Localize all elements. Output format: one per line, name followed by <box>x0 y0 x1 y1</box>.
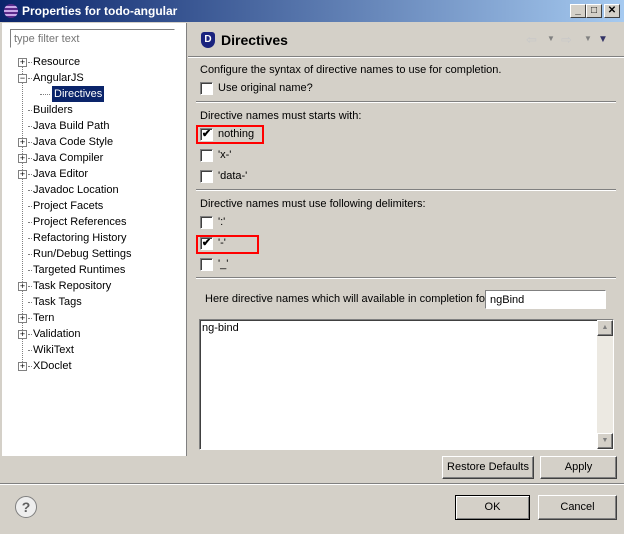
option-checkbox[interactable] <box>200 170 213 183</box>
back-icon[interactable]: ⇦ <box>526 32 537 48</box>
expand-icon[interactable]: + <box>18 138 27 147</box>
tree-item-label: Project Facets <box>33 200 104 212</box>
option-label: '_' <box>218 258 229 270</box>
tree-line <box>28 62 32 63</box>
expand-icon[interactable]: + <box>18 170 27 179</box>
apply-button[interactable]: Apply <box>540 456 617 479</box>
help-icon[interactable]: ? <box>15 496 37 518</box>
tree-item-label: Tern <box>33 312 55 324</box>
ok-button[interactable]: OK <box>455 495 530 520</box>
minimize-button[interactable]: _ <box>570 4 586 18</box>
preference-tree: + Resource − AngularJS Directives Builders Jav… <box>0 54 186 454</box>
tree-item-label: XDoclet <box>33 360 72 372</box>
footer-divider <box>0 483 624 485</box>
expand-icon[interactable]: + <box>18 58 27 67</box>
tree-line <box>28 302 32 303</box>
tree-line <box>28 286 32 287</box>
expand-icon[interactable]: + <box>18 314 27 323</box>
tree-line <box>28 270 32 271</box>
scrollbar[interactable]: ▲ ▼ <box>597 320 613 449</box>
tree-item-label: AngularJS <box>33 72 84 84</box>
tree-line <box>28 174 32 175</box>
starts-label: Directive names must starts with: <box>200 110 362 122</box>
tree-line <box>28 254 32 255</box>
tree-item-label: Directives <box>52 86 105 102</box>
use-original-label: Use original name? <box>218 82 313 94</box>
delimiters-label: Directive names must use following delim… <box>200 198 426 210</box>
tree-line <box>28 334 32 335</box>
window-title: Properties for todo-angular <box>22 4 178 18</box>
tree-line <box>28 366 32 367</box>
view-menu-icon[interactable]: ▼ <box>598 34 608 45</box>
tree-item-label: Resource <box>33 56 81 68</box>
completion-results[interactable]: ng-bind ▲ ▼ <box>199 319 614 450</box>
divider <box>196 101 616 103</box>
tree-line <box>28 126 32 127</box>
highlight-box <box>196 125 264 144</box>
result-text: ng-bind <box>202 322 239 334</box>
tree-item-label: Java Code Style <box>33 136 114 148</box>
option-label: 'data-' <box>218 170 248 182</box>
title-bar: Properties for todo-angular <box>0 0 624 22</box>
scroll-down-button[interactable]: ▼ <box>597 433 613 449</box>
divider <box>196 277 616 279</box>
scroll-up-button[interactable]: ▲ <box>597 320 613 336</box>
tree-line <box>40 94 50 95</box>
tree-line <box>28 206 32 207</box>
tree-item-label: Targeted Runtimes <box>33 264 126 276</box>
tree-line <box>28 190 32 191</box>
collapse-icon[interactable]: − <box>18 74 27 83</box>
option-label: ':' <box>218 216 226 228</box>
forward-menu-icon[interactable]: ▼ <box>584 34 592 43</box>
tree-line <box>28 318 32 319</box>
tree-line <box>28 222 32 223</box>
tree-item-label: WikiText <box>33 344 74 356</box>
tree-line <box>28 142 32 143</box>
option-checkbox[interactable] <box>200 149 213 162</box>
option-label: 'x-' <box>218 149 232 161</box>
close-button[interactable]: ✕ <box>604 4 620 18</box>
tree-item-label: Refactoring History <box>33 232 127 244</box>
eclipse-icon <box>4 4 18 18</box>
tree-item-label: Builders <box>33 104 73 116</box>
cancel-button[interactable]: Cancel <box>538 495 617 520</box>
tree-item-label: Task Tags <box>33 296 82 308</box>
expand-icon[interactable]: + <box>18 154 27 163</box>
highlight-box <box>196 235 259 254</box>
divider <box>196 189 616 191</box>
completion-label: Here directive names which will availabl… <box>205 293 489 305</box>
tree-item-label: Java Build Path <box>33 120 110 132</box>
tree-line <box>28 350 32 351</box>
tree-line <box>28 158 32 159</box>
option-checkbox[interactable] <box>200 258 213 271</box>
page-title: Directives <box>221 32 288 48</box>
tree-line <box>28 78 32 79</box>
filter-input[interactable] <box>10 29 175 48</box>
directive-name-input[interactable] <box>485 290 606 309</box>
tree-item-label: Project References <box>33 216 127 228</box>
forward-icon[interactable]: ⇨ <box>561 32 572 48</box>
tree-line <box>28 110 32 111</box>
tree-item-label: Task Repository <box>33 280 112 292</box>
option-checkbox[interactable] <box>200 216 213 229</box>
tree-item-label: Java Editor <box>33 168 89 180</box>
expand-icon[interactable]: + <box>18 362 27 371</box>
header-divider <box>188 56 624 58</box>
tree-item-label: Run/Debug Settings <box>33 248 132 260</box>
description: Configure the syntax of directive names … <box>200 64 502 76</box>
restore-defaults-button[interactable]: Restore Defaults <box>442 456 534 479</box>
expand-icon[interactable]: + <box>18 282 27 291</box>
directives-icon: D <box>201 32 215 48</box>
tree-line <box>28 238 32 239</box>
use-original-checkbox[interactable] <box>200 82 213 95</box>
expand-icon[interactable]: + <box>18 330 27 339</box>
tree-item-label: Javadoc Location <box>33 184 119 196</box>
tree-item-label: Validation <box>33 328 81 340</box>
back-menu-icon[interactable]: ▼ <box>547 34 555 43</box>
maximize-button[interactable]: □ <box>586 4 602 18</box>
tree-item-label: Java Compiler <box>33 152 104 164</box>
